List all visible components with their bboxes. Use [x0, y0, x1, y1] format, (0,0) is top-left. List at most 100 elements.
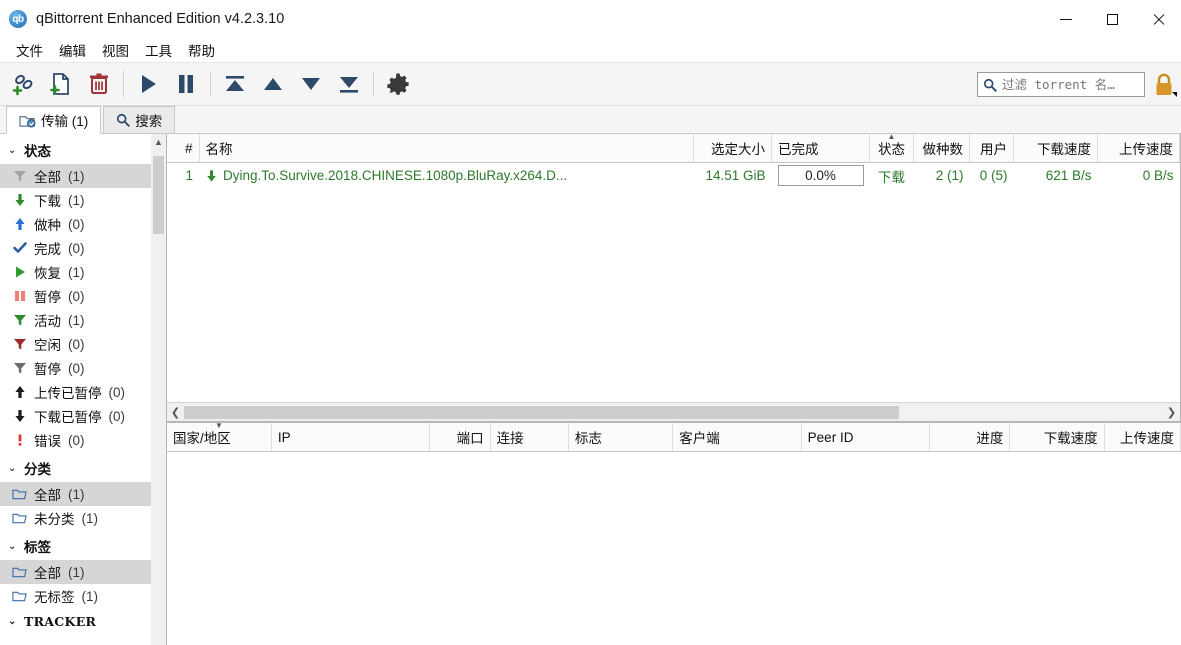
peer-column-header-upspeed[interactable]: 上传速度	[1104, 423, 1180, 452]
peer-column-header-connection[interactable]: 连接	[490, 423, 568, 452]
pause-button[interactable]	[167, 64, 205, 104]
sidebar-scroll-thumb[interactable]	[153, 156, 164, 234]
filter-red-icon	[12, 337, 27, 352]
column-header-upspeed[interactable]: 上传速度	[1098, 134, 1180, 163]
sidebar-count: (0)	[68, 241, 85, 256]
column-header-status[interactable]: ▲ 状态	[870, 134, 914, 163]
scroll-left-icon[interactable]: ❮	[167, 406, 184, 419]
sidebar-item-completed[interactable]: 完成 (0)	[0, 236, 152, 260]
sidebar-item-all-status[interactable]: 全部 (1)	[0, 164, 152, 188]
tab-search[interactable]: 搜索	[103, 106, 175, 133]
group-header-tracker[interactable]: ⌄ TRACKER	[0, 608, 152, 633]
peer-table-header-row: ▼ 国家/地区 IP 端口 连接 标志 客户端 Peer ID 进度 下载速度 …	[167, 423, 1181, 452]
torrent-horizontal-scrollbar[interactable]: ❮ ❯	[167, 402, 1180, 421]
peer-column-header-country[interactable]: ▼ 国家/地区	[167, 423, 271, 452]
exclamation-red-icon	[12, 433, 27, 448]
column-header-peers[interactable]: 用户	[970, 134, 1014, 163]
sidebar-item-resumed[interactable]: 恢复 (1)	[0, 260, 152, 284]
sidebar-item-all-categories[interactable]: 全部 (1)	[0, 482, 152, 506]
group-header-category-label: 分类	[24, 458, 51, 478]
chevron-down-icon: ⌄	[8, 541, 18, 552]
sidebar-item-downloading[interactable]: 下载 (1)	[0, 188, 152, 212]
move-up-button[interactable]	[254, 64, 292, 104]
settings-button[interactable]	[379, 64, 417, 104]
filter-search-input[interactable]	[1002, 77, 1139, 92]
peer-column-header-flags[interactable]: 标志	[568, 423, 672, 452]
filter-sidebar: ⌄ 状态 全部 (1) 下载 (1) 做	[0, 134, 167, 645]
move-bottom-button[interactable]	[330, 64, 368, 104]
sidebar-label: 全部	[34, 166, 61, 186]
right-pane: # 名称 选定大小 已完成 ▲ 状态 做种数 用户 下载速度 上传速度	[167, 134, 1181, 645]
main-content: ⌄ 状态 全部 (1) 下载 (1) 做	[0, 134, 1181, 645]
peer-table: ▼ 国家/地区 IP 端口 连接 标志 客户端 Peer ID 进度 下载速度 …	[167, 423, 1181, 452]
table-row[interactable]: 1 Dying.To.Survive.2018.CHINESE.1080p.Bl…	[167, 163, 1180, 189]
sidebar-item-active[interactable]: 活动 (1)	[0, 308, 152, 332]
column-header-dlspeed[interactable]: 下载速度	[1014, 134, 1098, 163]
close-button[interactable]	[1135, 0, 1181, 38]
start-button[interactable]	[129, 64, 167, 104]
group-header-tag[interactable]: ⌄ 标签	[0, 530, 152, 560]
horizontal-scroll-track[interactable]	[184, 406, 1163, 419]
sidebar-scrollbar[interactable]: ▲	[151, 134, 166, 645]
sidebar-item-uncategorized[interactable]: 未分类 (1)	[0, 506, 152, 530]
horizontal-scroll-thumb[interactable]	[184, 406, 899, 419]
delete-icon	[86, 71, 112, 97]
sidebar-item-stalled-downloading[interactable]: 下载已暂停 (0)	[0, 404, 152, 428]
group-header-status-label: 状态	[24, 140, 51, 160]
sidebar-item-stalled-uploading[interactable]: 上传已暂停 (0)	[0, 380, 152, 404]
scroll-right-icon[interactable]: ❯	[1163, 406, 1180, 419]
tab-transfers-label: 传输 (1)	[41, 110, 88, 130]
peer-column-header-progress[interactable]: 进度	[930, 423, 1010, 452]
sidebar-count: (1)	[68, 565, 85, 580]
peer-column-header-ip[interactable]: IP	[271, 423, 430, 452]
sidebar-item-untagged[interactable]: 无标签 (1)	[0, 584, 152, 608]
toolbar-separator-3	[373, 71, 374, 97]
peer-column-header-peerid[interactable]: Peer ID	[801, 423, 929, 452]
column-header-seeds[interactable]: 做种数	[914, 134, 970, 163]
sidebar-item-inactive[interactable]: 空闲 (0)	[0, 332, 152, 356]
sidebar-count: (0)	[109, 409, 126, 424]
menu-tools[interactable]: 工具	[137, 38, 180, 62]
column-header-done[interactable]: 已完成	[772, 134, 870, 163]
sidebar-count: (1)	[82, 511, 99, 526]
lock-button[interactable]	[1149, 70, 1179, 100]
group-header-status[interactable]: ⌄ 状态	[0, 134, 152, 164]
move-top-button[interactable]	[216, 64, 254, 104]
menu-help[interactable]: 帮助	[180, 38, 223, 62]
folder-icon	[12, 589, 27, 604]
torrent-list-panel: # 名称 选定大小 已完成 ▲ 状态 做种数 用户 下载速度 上传速度	[167, 134, 1181, 422]
group-header-category[interactable]: ⌄ 分类	[0, 452, 152, 482]
sidebar-item-seeding[interactable]: 做种 (0)	[0, 212, 152, 236]
maximize-button[interactable]	[1089, 0, 1135, 38]
peer-column-header-client[interactable]: 客户端	[673, 423, 801, 452]
column-header-num[interactable]: #	[167, 134, 199, 163]
folder-icon	[12, 565, 27, 580]
column-header-name[interactable]: 名称	[199, 134, 694, 163]
peer-column-header-dlspeed[interactable]: 下载速度	[1010, 423, 1104, 452]
arrow-up-black-icon	[12, 385, 27, 400]
move-down-button[interactable]	[292, 64, 330, 104]
minimize-button[interactable]	[1043, 0, 1089, 38]
peer-column-header-port[interactable]: 端口	[430, 423, 490, 452]
sidebar-item-errored[interactable]: 错误 (0)	[0, 428, 152, 452]
menu-edit[interactable]: 编辑	[51, 38, 94, 62]
sidebar-item-stalled[interactable]: 暂停 (0)	[0, 356, 152, 380]
filter-search-box[interactable]	[977, 72, 1145, 97]
add-link-button[interactable]	[4, 64, 42, 104]
tab-transfers[interactable]: 传输 (1)	[6, 106, 101, 134]
folder-icon	[12, 487, 27, 502]
column-header-size[interactable]: 选定大小	[694, 134, 772, 163]
settings-icon	[386, 72, 410, 96]
add-file-button[interactable]	[42, 64, 80, 104]
menu-view[interactable]: 视图	[94, 38, 137, 62]
menu-file[interactable]: 文件	[8, 38, 51, 62]
delete-button[interactable]	[80, 64, 118, 104]
sidebar-label: 空闲	[34, 334, 61, 354]
peer-column-header-country-label: 国家/地区	[173, 431, 231, 446]
scroll-up-icon[interactable]: ▲	[151, 134, 166, 149]
sidebar-item-all-tags[interactable]: 全部 (1)	[0, 560, 152, 584]
sidebar-item-paused[interactable]: 暂停 (0)	[0, 284, 152, 308]
chevron-down-icon: ⌄	[8, 616, 18, 627]
tab-strip: 传输 (1) 搜索	[0, 106, 1181, 134]
sidebar-label: 下载	[34, 190, 61, 210]
